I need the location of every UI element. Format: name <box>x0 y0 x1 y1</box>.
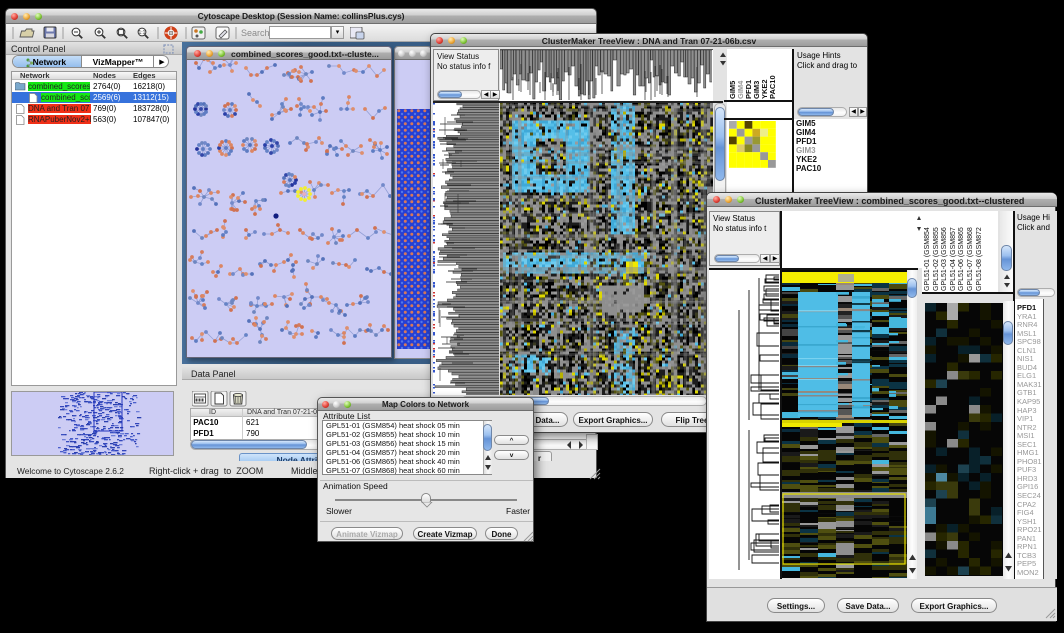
svg-text:1:1: 1:1 <box>139 30 146 36</box>
